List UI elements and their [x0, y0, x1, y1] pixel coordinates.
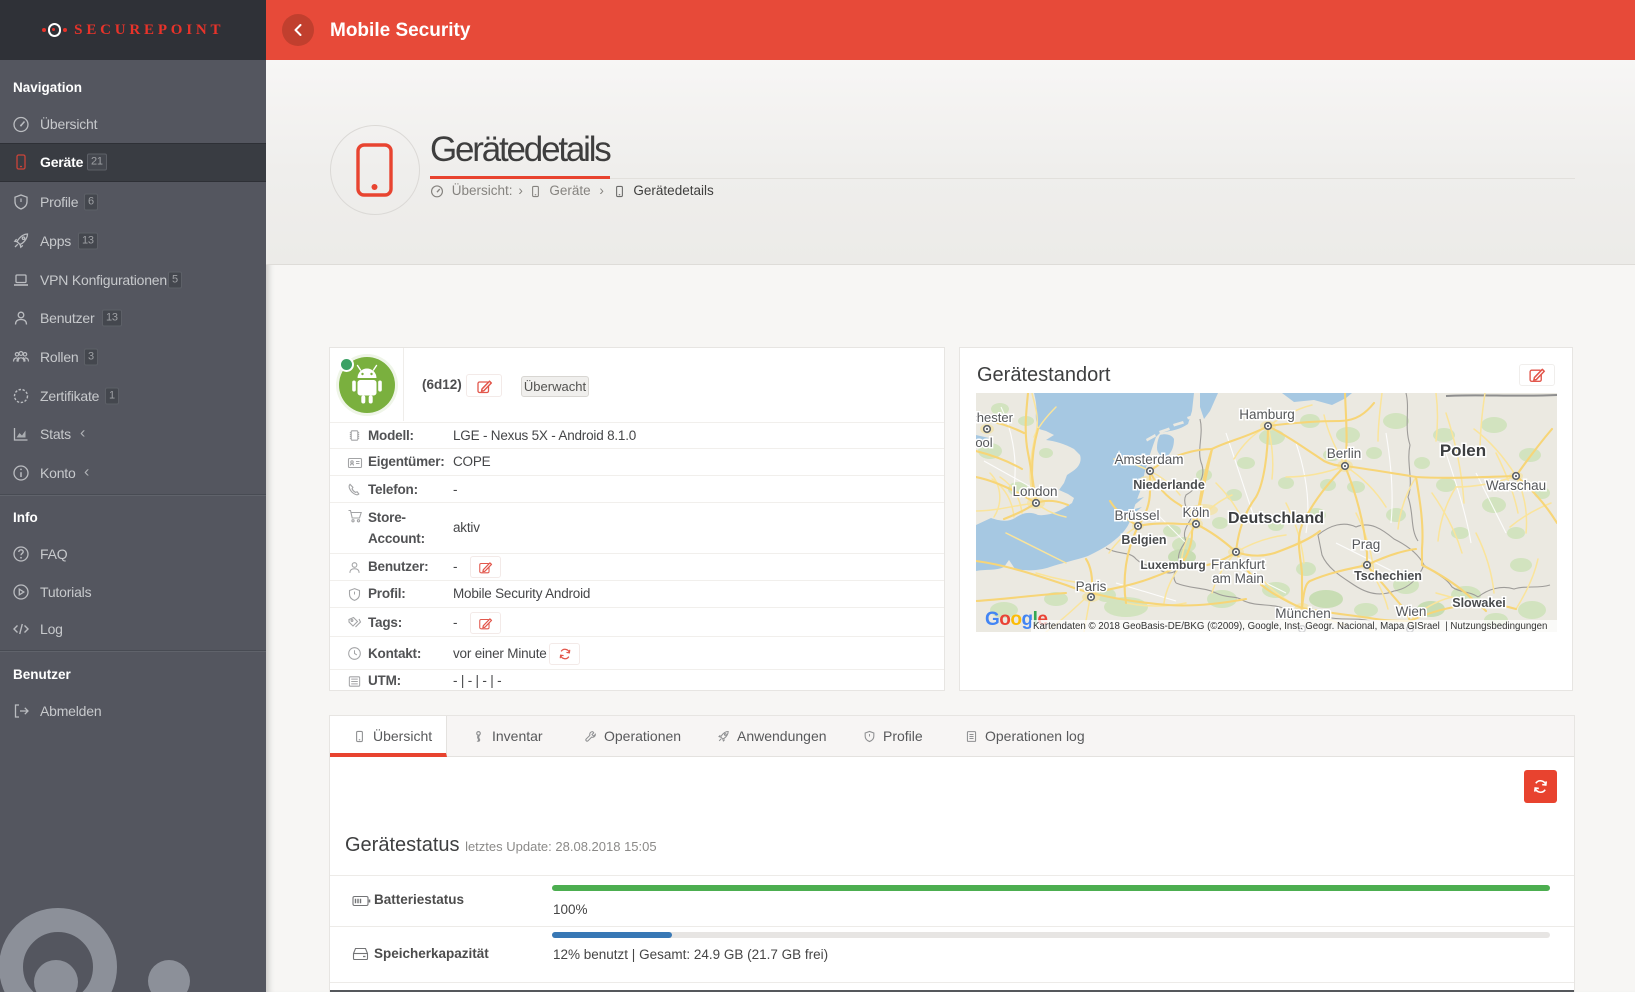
svg-text:Köln: Köln: [1182, 505, 1209, 520]
svg-text:Kartendaten © 2018 GeoBasis-DE: Kartendaten © 2018 GeoBasis-DE/BKG (©200…: [1033, 621, 1547, 632]
svg-text:Slowakei: Slowakei: [1452, 596, 1506, 610]
svg-text:München: München: [1275, 606, 1331, 621]
svg-text:am Main: am Main: [1212, 571, 1264, 586]
svg-text:nchester: nchester: [976, 410, 1014, 425]
svg-text:Niederlande: Niederlande: [1133, 478, 1205, 492]
svg-text:Deutschland: Deutschland: [1228, 510, 1324, 527]
svg-text:Brüssel: Brüssel: [1114, 508, 1159, 523]
svg-text:Hamburg: Hamburg: [1239, 407, 1295, 422]
svg-text:Wien: Wien: [1396, 604, 1427, 619]
svg-text:Prag: Prag: [1352, 537, 1381, 552]
svg-text:Amsterdam: Amsterdam: [1114, 452, 1183, 467]
svg-text:Luxemburg: Luxemburg: [1140, 558, 1205, 572]
svg-text:Warschau: Warschau: [1486, 478, 1546, 493]
svg-text:Polen: Polen: [1440, 441, 1486, 460]
svg-text:Frankfurt: Frankfurt: [1211, 557, 1265, 572]
svg-text:Berlin: Berlin: [1327, 446, 1362, 461]
svg-text:London: London: [1012, 484, 1057, 499]
svg-text:ool: ool: [976, 435, 993, 450]
svg-text:Tschechien: Tschechien: [1354, 569, 1422, 583]
svg-text:Belgien: Belgien: [1121, 533, 1166, 547]
svg-text:Paris: Paris: [1076, 579, 1107, 594]
